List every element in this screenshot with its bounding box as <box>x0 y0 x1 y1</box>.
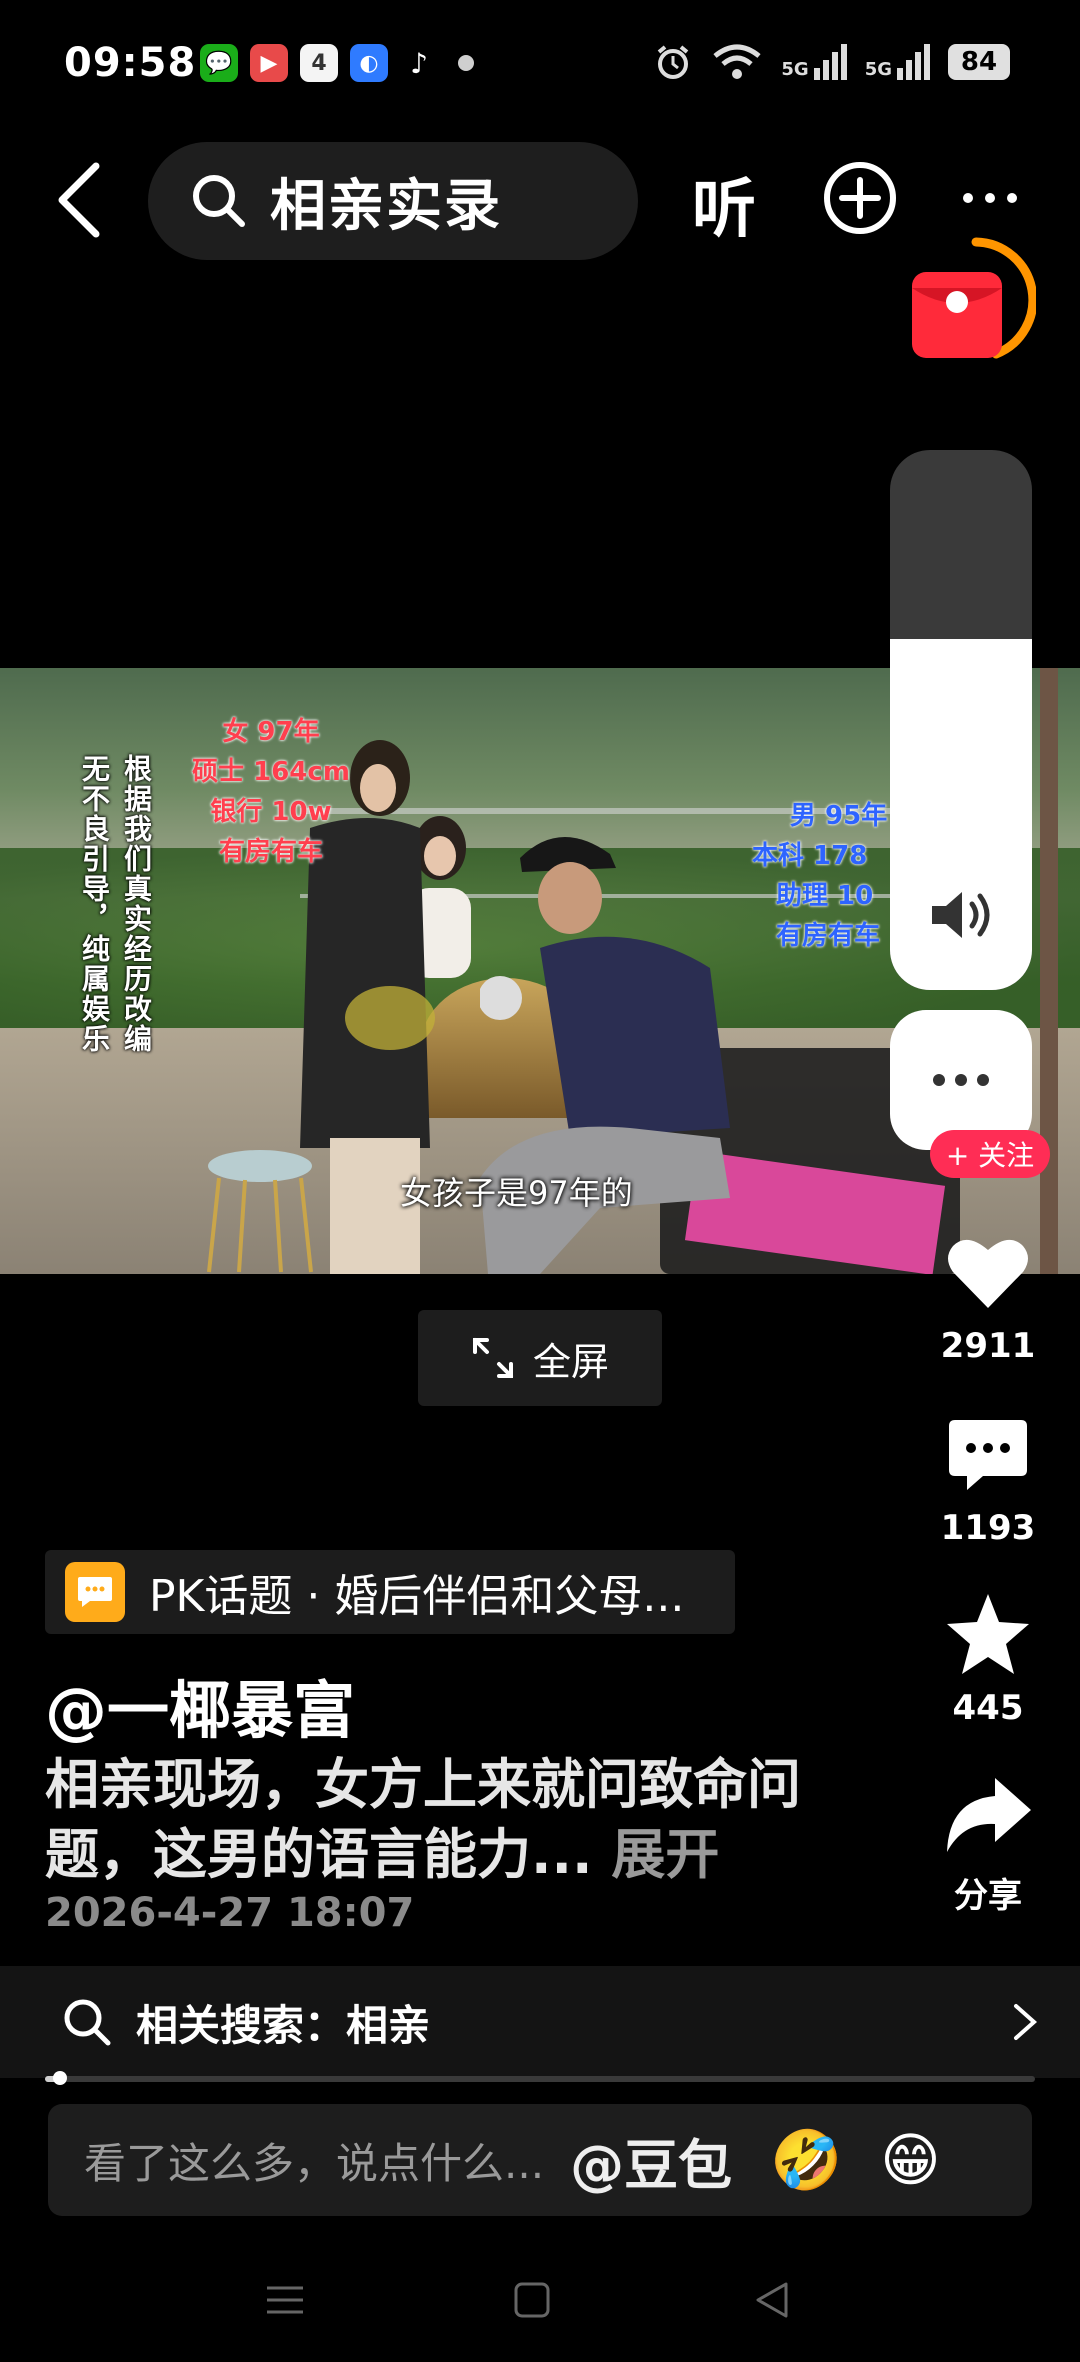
follow-button[interactable]: + 关注 <box>930 1130 1050 1178</box>
disclaimer-line-2: 无不良引导，纯属娱乐 <box>78 754 111 1054</box>
speaker-icon <box>932 892 990 938</box>
disclaimer-line-1: 根据我们真实经历改编 <box>120 754 153 1054</box>
laughing-emoji-icon[interactable]: 🤣 <box>770 2126 842 2195</box>
signal-5g-icon-2: 5G <box>865 44 930 80</box>
alarm-icon <box>658 45 689 79</box>
notification-icons: 💬 ▶ 4 ◐ ♪ <box>200 44 474 82</box>
male-info: 男 95年 本科 178 助理 10 有房有车 <box>752 801 888 951</box>
wechat-icon: 💬 <box>200 44 238 82</box>
back-icon[interactable] <box>52 160 112 240</box>
comment-icon <box>949 1420 1027 1490</box>
comment-input[interactable]: 看了这么多，说点什么... @豆包 🤣 😁 <box>48 2104 1032 2216</box>
menu-icon[interactable] <box>265 2280 305 2320</box>
browser-icon: ◐ <box>350 44 388 82</box>
comment-placeholder: 看了这么多，说点什么... <box>84 2138 545 2188</box>
listen-button[interactable]: 听 <box>692 158 756 250</box>
favorite-button[interactable]: 445 <box>928 1590 1048 1728</box>
related-search-label: 相关搜索：相亲 <box>136 2000 431 2050</box>
grinning-emoji-icon[interactable]: 😁 <box>880 2126 940 2194</box>
status-bar: 09:58 💬 ▶ 4 ◐ ♪ 5G 5G 84 <box>0 0 1080 120</box>
battery-indicator: 84 <box>948 44 1010 80</box>
search-box[interactable]: 相亲实录 <box>148 142 638 260</box>
pk-topic-text: PK话题 · 婚后伴侣和父母... <box>149 1571 685 1622</box>
volume-slider[interactable] <box>890 450 1032 990</box>
home-icon[interactable] <box>512 2280 552 2320</box>
fullscreen-button[interactable]: 全屏 <box>418 1310 662 1406</box>
pk-topic-banner[interactable]: PK话题 · 婚后伴侣和父母... <box>45 1550 735 1634</box>
heart-icon <box>948 1239 1028 1308</box>
umbrella-post <box>1040 668 1058 1274</box>
progress-knob[interactable] <box>52 2071 67 2085</box>
back-nav-icon[interactable] <box>752 2280 792 2320</box>
wifi-icon <box>713 44 761 79</box>
star-icon <box>947 1594 1029 1674</box>
more-options-icon[interactable] <box>960 190 1020 206</box>
video-app-icon: ▶ <box>250 44 288 82</box>
search-icon <box>64 1999 111 2046</box>
chevron-right-icon <box>1014 2004 1038 2040</box>
share-label: 分享 <box>954 1876 1022 1916</box>
expand-icon <box>472 1338 513 1378</box>
post-description: 相亲现场，女方上来就问致命问题，这男的语言能力... 展开 <box>45 1750 825 1890</box>
video-subtitle: 女孩子是97年的 <box>400 1174 633 1212</box>
post-date: 2026-4-27 18:07 <box>45 1890 415 1936</box>
more-notifications-dot <box>458 55 474 71</box>
search-icon <box>193 175 245 227</box>
author-handle[interactable]: @一椰暴富 <box>45 1660 355 1750</box>
mention-button[interactable]: @豆包 <box>570 2121 732 2200</box>
playback-progress[interactable] <box>45 2071 1035 2085</box>
like-count: 2911 <box>940 1326 1036 1366</box>
system-nav-bar <box>0 2250 1080 2362</box>
system-status: 5G 5G 84 <box>653 42 1010 82</box>
comment-count: 1193 <box>940 1508 1036 1548</box>
female-info: 女 97年 硕士 164cm 银行 10w 有房有车 <box>192 717 350 867</box>
signal-5g-icon: 5G <box>781 44 847 80</box>
red-envelope-icon[interactable] <box>906 236 1036 366</box>
share-arrow-icon <box>947 1778 1031 1852</box>
like-button[interactable]: 2911 <box>928 1228 1048 1366</box>
more-actions-button[interactable] <box>890 1010 1032 1150</box>
favorite-count: 445 <box>952 1688 1024 1728</box>
ellipsis-icon <box>933 1074 989 1086</box>
expand-link[interactable]: 展开 <box>611 1823 719 1886</box>
search-query: 相亲实录 <box>270 173 502 239</box>
calendar-icon: 4 <box>300 44 338 82</box>
related-search-bar[interactable]: 相关搜索：相亲 <box>0 1966 1080 2078</box>
chat-topic-icon <box>65 1562 125 1622</box>
clock: 09:58 <box>64 40 197 86</box>
tiktok-icon: ♪ <box>400 44 438 82</box>
comment-button[interactable]: 1193 <box>928 1410 1048 1548</box>
share-button[interactable]: 分享 <box>928 1770 1048 1917</box>
add-icon[interactable] <box>822 160 898 236</box>
fullscreen-label: 全屏 <box>532 1339 609 1384</box>
